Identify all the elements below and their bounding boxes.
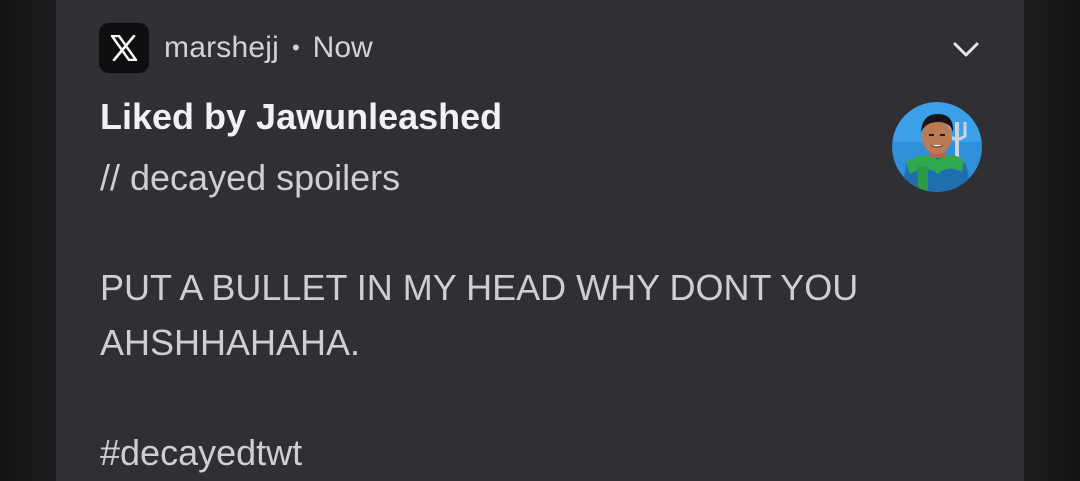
notification-time: Now [312, 31, 373, 64]
x-logo-icon [99, 23, 149, 73]
right-background [1024, 0, 1080, 481]
chevron-down-icon[interactable] [946, 32, 986, 68]
app-name: marshejj [164, 31, 279, 64]
notification-body: // decayed spoilers PUT A BULLET IN MY H… [100, 157, 859, 473]
notification-header: marshejj • Now [99, 23, 373, 73]
notification-card[interactable]: marshejj • Now Liked by Jawunleashed // … [56, 0, 1024, 481]
left-background [0, 0, 56, 481]
avatar [892, 102, 982, 192]
separator-dot: • [291, 35, 300, 60]
notification-title: Liked by Jawunleashed [100, 96, 503, 137]
